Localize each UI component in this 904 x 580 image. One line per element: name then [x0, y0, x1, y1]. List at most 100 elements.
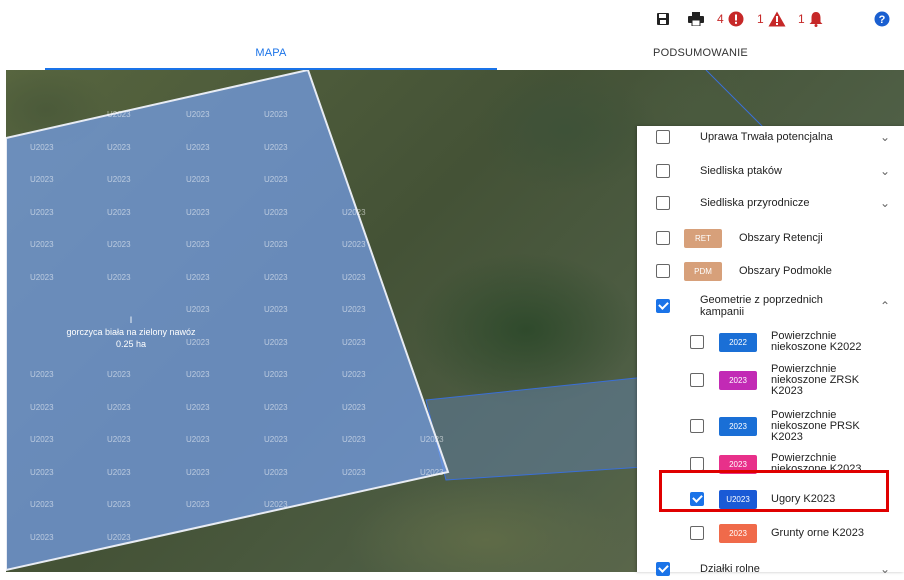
layer-obszary-podmokle[interactable]: PDM Obszary Podmokle [637, 260, 904, 282]
ret-badge: RET [684, 228, 722, 248]
layer-siedliska-ptakow[interactable]: Siedliska ptaków ⌄ [637, 160, 904, 182]
save-icon [657, 13, 669, 25]
error-icon [728, 11, 744, 27]
highlight-box [659, 470, 889, 512]
parcel-label: I gorczyca biała na zielony nawóz 0.25 h… [46, 314, 216, 350]
layer-checkbox[interactable] [656, 299, 670, 313]
year-badge: 2022 [719, 332, 757, 352]
grid-label: U2023 [186, 500, 210, 509]
layer-geometrie-poprzednich[interactable]: Geometrie z poprzednich kampanii ⌃ [637, 292, 904, 320]
help-icon: ? [874, 11, 890, 27]
grid-label: U2023 [107, 370, 131, 379]
layer-checkbox[interactable] [656, 164, 670, 178]
sublayer-checkbox[interactable] [690, 373, 704, 387]
top-toolbar: 4 1 1 ? [0, 0, 904, 38]
layer-uprawa-trwala[interactable]: Uprawa Trwała potencjalna ⌄ [637, 126, 904, 148]
grid-label: U2023 [342, 435, 366, 444]
notifications-count: 1 [798, 12, 805, 26]
grid-label: U2023 [107, 532, 131, 542]
grid-label: U2023 [342, 207, 366, 217]
tab-bar: MAPA PODSUMOWANIE [0, 38, 904, 70]
grid-label: U2023 [264, 402, 288, 412]
grid-label: U2023 [264, 240, 288, 249]
grid-label: U2023 [186, 110, 210, 119]
grid-label: U2023 [107, 175, 131, 184]
save-button[interactable] [656, 9, 670, 29]
chevron-up-icon[interactable]: ⌃ [880, 299, 890, 313]
grid-label: U2023 [107, 402, 131, 412]
grid-label: U2023 [186, 207, 210, 217]
sublayer-checkbox[interactable] [690, 526, 704, 540]
grid-label: U2023 [342, 240, 366, 249]
grid-label: U2023 [264, 207, 288, 217]
chevron-down-icon[interactable]: ⌄ [880, 164, 890, 178]
grid-label: U2023 [264, 305, 288, 314]
sublayer-grunty-orne-k2023[interactable]: 2023 Grunty orne K2023 [637, 522, 904, 544]
pdm-badge: PDM [684, 261, 722, 281]
sublayer-label: Powierzchnie niekoszone PRSK K2023 [771, 408, 860, 443]
layer-label: Siedliska ptaków [700, 165, 782, 177]
warning-icon [768, 11, 786, 27]
warnings-indicator[interactable]: 1 [757, 9, 786, 29]
tab-mapa[interactable]: MAPA [45, 38, 497, 70]
sublayer-niekoszone-zrsk[interactable]: 2023 Powierzchnie niekoszone ZRSK K2023 [637, 362, 904, 398]
warnings-count: 1 [757, 12, 764, 26]
grid-label: U2023 [420, 435, 444, 444]
grid-label: U2023 [264, 175, 288, 184]
bell-icon [809, 12, 823, 27]
tab-podsumowanie[interactable]: PODSUMOWANIE [497, 38, 904, 70]
grid-label: U2023 [30, 500, 54, 509]
layer-label: Działki rolne [700, 563, 760, 575]
errors-count: 4 [717, 12, 724, 26]
grid-label: U2023 [264, 435, 288, 444]
year-badge: 2023 [719, 370, 757, 390]
grid-label: U2023 [186, 305, 210, 314]
layer-checkbox[interactable] [656, 264, 670, 278]
chevron-down-icon[interactable]: ⌄ [880, 562, 890, 576]
sublayer-niekoszone-k2022[interactable]: 2022 Powierzchnie niekoszone K2022 [637, 326, 904, 358]
print-button[interactable] [688, 9, 704, 29]
grid-label: U2023 [342, 370, 366, 379]
notifications-indicator[interactable]: 1 [798, 9, 823, 29]
grid-label: U2023 [342, 305, 366, 314]
grid-label: U2023 [107, 110, 131, 119]
grid-label: U2023 [107, 272, 131, 282]
layer-label: Siedliska przyrodnicze [700, 197, 810, 209]
parcel-crop-name: gorczyca biała na zielony nawóz [66, 327, 196, 337]
grid-label: U2023 [186, 467, 210, 477]
errors-indicator[interactable]: 4 [717, 9, 744, 29]
chevron-down-icon[interactable]: ⌄ [880, 196, 890, 210]
layer-checkbox[interactable] [656, 562, 670, 576]
layer-label: Obszary Retencji [739, 232, 823, 244]
help-button[interactable]: ? [874, 9, 890, 29]
sublayer-checkbox[interactable] [690, 457, 704, 471]
grid-label: U2023 [30, 467, 54, 477]
grid-label: U2023 [30, 435, 54, 444]
grid-label: U2023 [30, 142, 54, 152]
chevron-down-icon[interactable]: ⌄ [880, 130, 890, 144]
grid-label: U2023 [30, 272, 54, 282]
grid-label: U2023 [107, 207, 131, 217]
layer-obszary-retencji[interactable]: RET Obszary Retencji [637, 227, 904, 249]
grid-label: U2023 [30, 402, 54, 412]
grid-label: U2023 [107, 142, 131, 152]
layer-siedliska-przyrodnicze[interactable]: Siedliska przyrodnicze ⌄ [637, 192, 904, 214]
layer-checkbox[interactable] [656, 196, 670, 210]
sublayer-niekoszone-prsk[interactable]: 2023 Powierzchnie niekoszone PRSK K2023 [637, 408, 904, 444]
parcel-marker: I [129, 315, 133, 325]
grid-label: U2023 [342, 402, 366, 412]
grid-label: U2023 [30, 175, 54, 184]
sublayer-label: Grunty orne K2023 [771, 526, 864, 539]
layer-checkbox[interactable] [656, 130, 670, 144]
grid-label: U2023 [186, 272, 210, 282]
sublayer-checkbox[interactable] [690, 335, 704, 349]
grid-label: U2023 [186, 402, 210, 412]
grid-label: U2023 [264, 370, 288, 379]
grid-label: U2023 [420, 467, 444, 477]
layer-checkbox[interactable] [656, 231, 670, 245]
grid-label: U2023 [186, 435, 210, 444]
grid-label: U2023 [186, 175, 210, 184]
layer-dzialki-rolne[interactable]: Działki rolne ⌄ [637, 558, 904, 580]
sublayer-checkbox[interactable] [690, 419, 704, 433]
grid-label: U2023 [264, 110, 288, 119]
